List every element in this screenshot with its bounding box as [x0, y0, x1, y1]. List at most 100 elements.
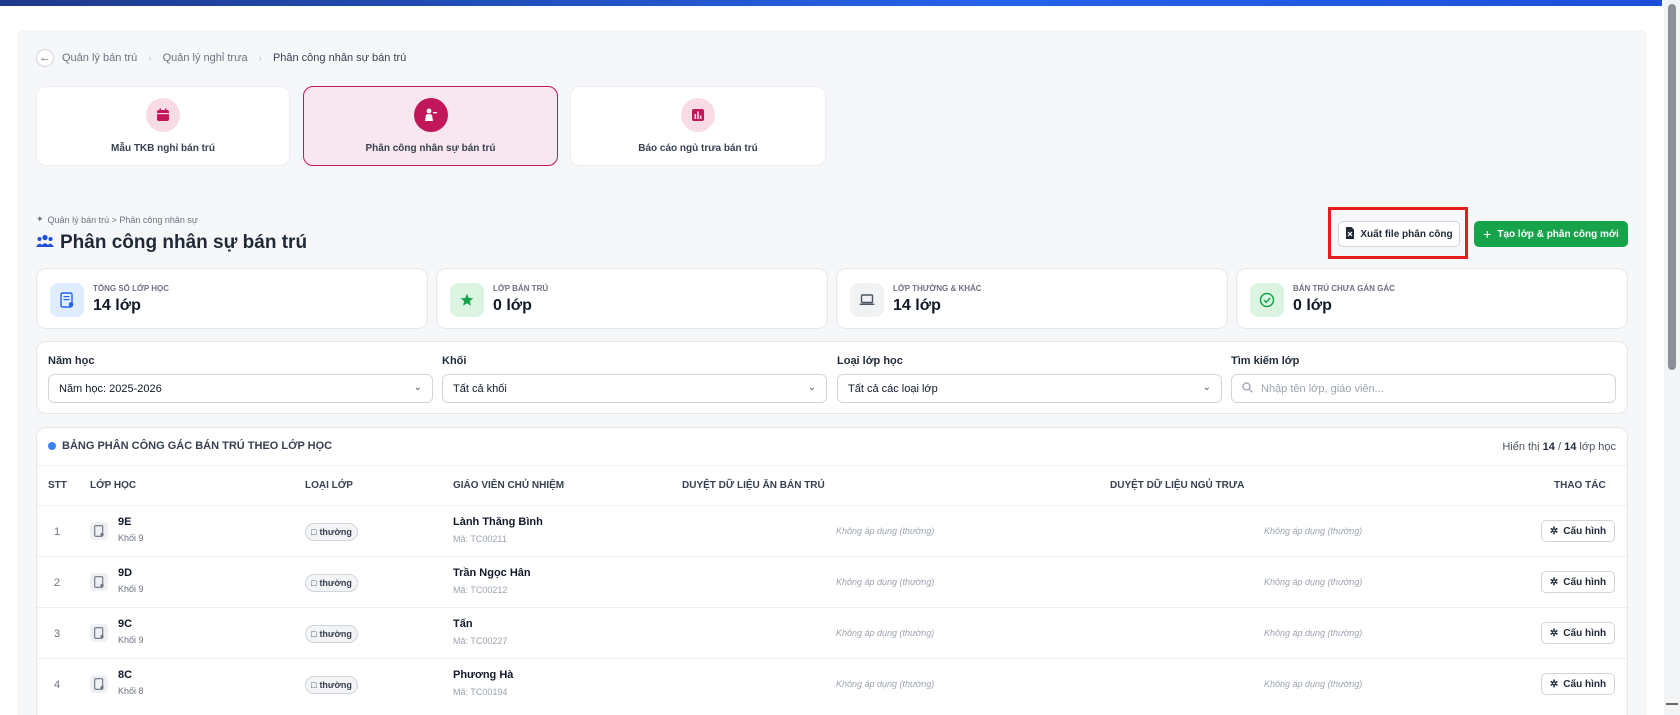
- teacher-name: Tấn: [453, 618, 473, 630]
- laptop-icon: □: [311, 578, 317, 588]
- table-header-row: STT LỚP HỌC LOẠI LỚP GIÁO VIÊN CHỦ NHIỆM…: [37, 465, 1627, 505]
- laptop-icon: □: [311, 629, 317, 639]
- filter-label: Năm học: [48, 355, 95, 367]
- teacher-code: Mã: TC00227: [453, 636, 508, 646]
- table-row: 4 8C Khối 8 □ thường Phương Hà Mã: TC0019…: [37, 658, 1627, 709]
- class-grade: Khối 8: [118, 686, 144, 696]
- config-button[interactable]: ✲ Cấu hình: [1541, 673, 1615, 695]
- nap-status: Không áp dụng (thường): [1264, 628, 1363, 638]
- nav-card-tkb[interactable]: Mẫu TKB nghỉ bán trú: [36, 86, 290, 166]
- stat-value: 0 lớp: [493, 297, 532, 314]
- filter-label: Khối: [442, 355, 467, 367]
- config-button-label: Cấu hình: [1563, 525, 1607, 537]
- chart-icon: [681, 98, 715, 132]
- row-stt: 3: [54, 628, 61, 640]
- header-meal: DUYỆT DỮ LIỆU ĂN BÁN TRÚ: [682, 480, 825, 491]
- gear-icon: ✲: [1549, 576, 1559, 588]
- year-select-value: Năm học: 2025-2026: [59, 382, 162, 395]
- top-accent-bar: [0, 0, 1662, 6]
- stat-value: 0 lớp: [1293, 297, 1332, 314]
- class-grade: Khối 9: [118, 533, 144, 543]
- class-type-badge: □ thường: [305, 625, 358, 643]
- header-type: LOẠI LỚP: [305, 480, 353, 491]
- nav-card-phan-cong[interactable]: Phân công nhân sự bán trú: [303, 86, 558, 166]
- table-title-text: BẢNG PHÂN CÔNG GÁC BÁN TRÚ THEO LỚP HỌC: [62, 440, 333, 452]
- gear-icon: ✲: [1549, 525, 1559, 537]
- class-type-select[interactable]: Tất cả các loại lớp ⌄: [837, 374, 1222, 403]
- class-type-badge: □ thường: [305, 523, 358, 541]
- class-grade: Khối 9: [118, 584, 144, 594]
- header-action: THAO TÁC: [1554, 480, 1606, 491]
- title-dot-icon: [48, 442, 56, 450]
- class-type-select-value: Tất cả các loại lớp: [848, 382, 938, 395]
- create-button-label: Tạo lớp & phân công mới: [1497, 228, 1619, 240]
- row-stt: 1: [54, 526, 61, 538]
- header-teacher: GIÁO VIÊN CHỦ NHIỆM: [453, 480, 565, 491]
- header-class: LỚP HỌC: [90, 480, 137, 491]
- chevron-down-icon: ⌄: [413, 382, 422, 393]
- breadcrumb-item-ban-tru[interactable]: Quản lý bán trú: [62, 52, 137, 64]
- page-title: Phân công nhân sự bán trú: [36, 232, 307, 254]
- stat-value: 14 lớp: [93, 297, 141, 314]
- chevron-down-icon: ⌄: [1202, 382, 1211, 393]
- chevron-down-icon: ⌄: [807, 382, 816, 393]
- class-name: 8C: [118, 669, 133, 681]
- stat-card-ban-tru: Lớp bán trú 0 lớp: [436, 268, 828, 329]
- teacher-name: Trần Ngọc Hân: [453, 567, 531, 579]
- class-icon: [90, 573, 108, 591]
- page-title-text: Phân công nhân sự bán trú: [60, 232, 308, 253]
- class-type-text: thường: [319, 527, 352, 537]
- count-prefix: Hiển thị: [1502, 441, 1540, 453]
- class-icon: [90, 675, 108, 693]
- class-type-text: thường: [319, 578, 352, 588]
- config-button[interactable]: ✲ Cấu hình: [1541, 520, 1615, 542]
- export-button[interactable]: Xuất file phân công: [1338, 221, 1460, 247]
- table-row: 2 9D Khối 9 □ thường Trần Ngọc Hân Mã: TC…: [37, 556, 1627, 607]
- page-scrollbar[interactable]: [1664, 0, 1680, 715]
- breadcrumb-separator: ›: [148, 52, 152, 64]
- table-row: 3 9C Khối 9 □ thường Tấn Mã: TC00227 Khôn…: [37, 607, 1627, 658]
- breadcrumb-item-nghi-trua[interactable]: Quản lý nghỉ trưa: [163, 52, 248, 64]
- stat-card-thuong: Lớp thường & khác 14 lớp: [836, 268, 1228, 329]
- config-button[interactable]: ✲ Cấu hình: [1541, 571, 1615, 593]
- count-sep: /: [1557, 441, 1562, 453]
- grade-select[interactable]: Tất cả khối ⌄: [442, 374, 827, 403]
- plus-icon: +: [1483, 226, 1492, 242]
- breadcrumb: ← Quản lý bán trú › Quản lý nghỉ trưa › …: [36, 49, 406, 67]
- teacher-icon: [413, 98, 448, 132]
- export-button-label: Xuất file phân công: [1360, 228, 1453, 240]
- teacher-name: Lành Thăng Bình: [453, 516, 543, 528]
- stat-value: 14 lớp: [893, 297, 941, 314]
- class-type-badge: □ thường: [305, 574, 358, 592]
- filter-year: Năm học Năm học: 2025-2026 ⌄: [48, 355, 433, 403]
- sub-breadcrumb-text: Quản lý bán trú > Phân công nhân sự: [47, 214, 198, 225]
- nav-card-bao-cao[interactable]: Báo cáo ngủ trưa bán trú: [570, 86, 826, 166]
- year-select[interactable]: Năm học: 2025-2026 ⌄: [48, 374, 433, 403]
- stat-label: Lớp thường & khác: [893, 284, 982, 293]
- class-icon: [90, 624, 108, 642]
- table-count: Hiển thị 14 / 14 lớp học: [1502, 441, 1616, 453]
- filter-search: Tìm kiếm lớp Nhập tên lớp, giáo viên...: [1231, 355, 1616, 403]
- class-name: 9C: [118, 618, 133, 630]
- class-name: 9D: [118, 567, 133, 579]
- count-total: 14: [1564, 441, 1577, 453]
- gear-icon: ✲: [1549, 678, 1559, 690]
- header-stt: STT: [48, 480, 67, 491]
- gear-icon: ✲: [1549, 627, 1559, 639]
- config-button[interactable]: ✲ Cấu hình: [1541, 622, 1615, 644]
- stat-card-total: Tổng số lớp học 14 lớp: [36, 268, 428, 329]
- sparkle-icon: ✦: [36, 214, 44, 224]
- nav-card-label: Mẫu TKB nghỉ bán trú: [111, 143, 215, 154]
- calendar-icon: [146, 98, 180, 132]
- meal-status: Không áp dụng (thường): [836, 679, 935, 689]
- back-arrow-icon[interactable]: ←: [36, 49, 54, 67]
- search-input[interactable]: Nhập tên lớp, giáo viên...: [1231, 374, 1616, 403]
- class-grade: Khối 9: [118, 635, 144, 645]
- stat-card-chua-gan: Bán trú chưa gán gác 0 lớp: [1236, 268, 1628, 329]
- config-button-label: Cấu hình: [1563, 678, 1607, 690]
- count-suffix: lớp học: [1579, 441, 1616, 453]
- scrollbar-thumb[interactable]: [1668, 4, 1676, 370]
- create-class-button[interactable]: + Tạo lớp & phân công mới: [1474, 221, 1628, 247]
- check-circle-icon: [1250, 283, 1284, 317]
- class-type-text: thường: [319, 629, 352, 639]
